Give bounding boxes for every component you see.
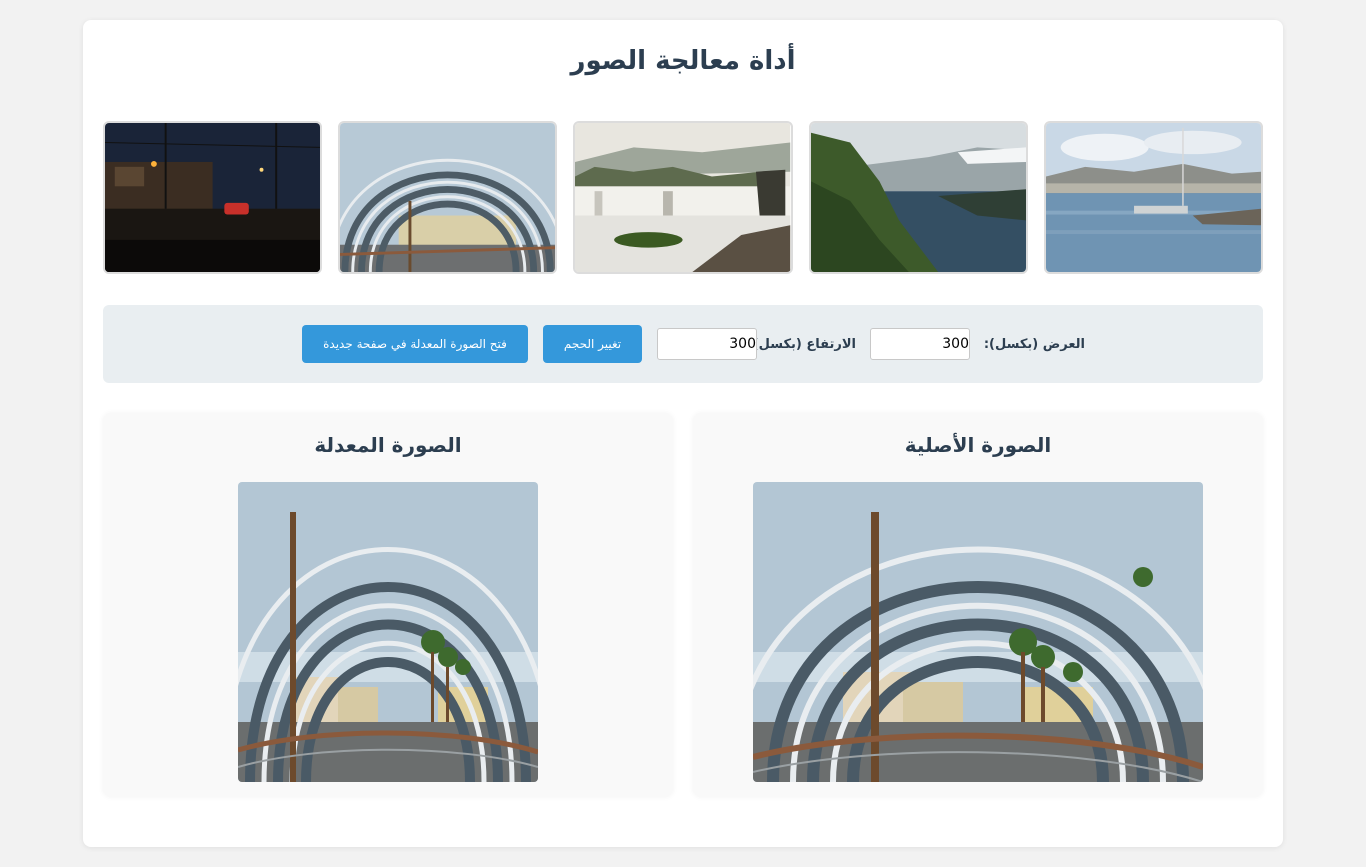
- gallery-thumb-waterfall[interactable]: [573, 121, 793, 274]
- resize-controls: العرض (بكسل): 300 الارتفاع (بكسل): 300 ت…: [103, 305, 1263, 383]
- main-card: أداة معالجة الصور العرض (بكسل): 300 الار…: [83, 20, 1283, 847]
- edited-image-panel: الصورة المعدلة: [103, 413, 673, 797]
- edited-image-title: الصورة المعدلة: [314, 433, 462, 457]
- height-label: الارتفاع (بكسل):: [747, 336, 856, 352]
- edited-image: [238, 482, 538, 782]
- width-input[interactable]: 300: [870, 328, 970, 360]
- gallery-thumb-fjord[interactable]: [808, 121, 1028, 274]
- arch-walkway-photo-icon: [238, 482, 538, 782]
- night-street-photo-icon: [104, 123, 321, 272]
- gallery-thumb-arch[interactable]: [338, 121, 558, 274]
- original-image-panel: الصورة الأصلية: [693, 413, 1263, 797]
- original-image-title: الصورة الأصلية: [904, 433, 1052, 457]
- waterfall-photo-icon: [575, 123, 791, 272]
- fjord-photo-icon: [810, 123, 1026, 272]
- gallery-thumb-night-street[interactable]: [102, 121, 323, 274]
- height-input[interactable]: 300: [657, 328, 757, 360]
- page-title: أداة معالجة الصور: [570, 46, 796, 76]
- original-image: [753, 482, 1203, 782]
- arch-walkway-photo-icon: [753, 482, 1203, 782]
- open-edited-image-button[interactable]: فتح الصورة المعدلة في صفحة جديدة: [302, 325, 528, 363]
- gallery-thumb-harbor[interactable]: [1043, 121, 1263, 274]
- image-gallery: [102, 121, 1263, 274]
- width-label: العرض (بكسل):: [983, 336, 1085, 352]
- harbor-photo-icon: [1045, 123, 1261, 272]
- resize-button[interactable]: تغيير الحجم: [543, 325, 642, 363]
- arch-walkway-photo-icon: [340, 123, 556, 272]
